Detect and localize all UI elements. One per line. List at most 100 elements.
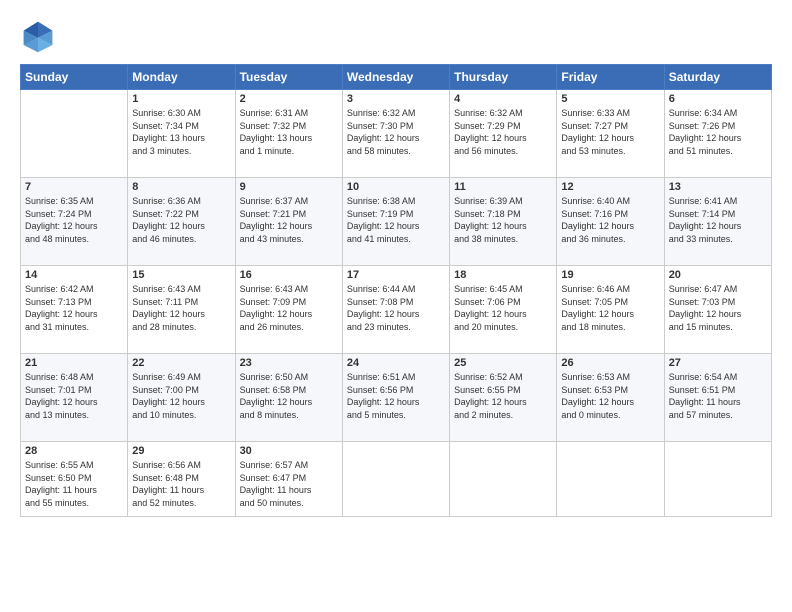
day-number: 5 xyxy=(561,93,659,105)
day-number: 20 xyxy=(669,269,767,281)
day-number: 24 xyxy=(347,357,445,369)
logo xyxy=(20,18,60,54)
calendar-cell: 17 Sunrise: 6:44 AM Sunset: 7:08 PM Dayli… xyxy=(342,266,449,354)
calendar-cell: 27Sunrise: 6:54 AM Sunset: 6:51 PM Dayli… xyxy=(664,354,771,442)
day-number: 3 xyxy=(347,93,445,105)
day-number: 23 xyxy=(240,357,338,369)
day-number: 2 xyxy=(240,93,338,105)
calendar-cell: 16 Sunrise: 6:43 AM Sunset: 7:09 PM Dayli… xyxy=(235,266,342,354)
day-info: Sunrise: 6:43 AM Sunset: 7:11 PM Dayligh… xyxy=(132,283,230,333)
day-info: Sunrise: 6:37 AM Sunset: 7:21 PM Dayligh… xyxy=(240,195,338,245)
calendar-cell: 9 Sunrise: 6:37 AM Sunset: 7:21 PM Daylig… xyxy=(235,178,342,266)
day-number: 28 xyxy=(25,445,123,457)
calendar-row: 7 Sunrise: 6:35 AM Sunset: 7:24 PM Daylig… xyxy=(21,178,772,266)
day-number: 22 xyxy=(132,357,230,369)
weekday-header-wednesday: Wednesday xyxy=(342,65,449,90)
calendar-cell xyxy=(664,442,771,517)
day-number: 6 xyxy=(669,93,767,105)
calendar-cell: 28 Sunrise: 6:55 AM Sunset: 6:50 PM Dayli… xyxy=(21,442,128,517)
day-info: Sunrise: 6:32 AM Sunset: 7:30 PM Dayligh… xyxy=(347,107,445,157)
calendar-cell: 8 Sunrise: 6:36 AM Sunset: 7:22 PM Daylig… xyxy=(128,178,235,266)
day-number: 17 xyxy=(347,269,445,281)
day-info: Sunrise: 6:30 AM Sunset: 7:34 PM Dayligh… xyxy=(132,107,230,157)
day-number: 4 xyxy=(454,93,552,105)
calendar-cell xyxy=(21,90,128,178)
day-info: Sunrise: 6:49 AM Sunset: 7:00 PM Dayligh… xyxy=(132,371,230,421)
day-number: 15 xyxy=(132,269,230,281)
day-number: 18 xyxy=(454,269,552,281)
calendar-cell: 2 Sunrise: 6:31 AM Sunset: 7:32 PM Daylig… xyxy=(235,90,342,178)
calendar-cell: 15 Sunrise: 6:43 AM Sunset: 7:11 PM Dayli… xyxy=(128,266,235,354)
calendar-table: SundayMondayTuesdayWednesdayThursdayFrid… xyxy=(20,64,772,517)
calendar-cell xyxy=(557,442,664,517)
day-info: Sunrise: 6:54 AM Sunset: 6:51 PM Dayligh… xyxy=(669,371,767,421)
calendar-cell: 7 Sunrise: 6:35 AM Sunset: 7:24 PM Daylig… xyxy=(21,178,128,266)
day-info: Sunrise: 6:34 AM Sunset: 7:26 PM Dayligh… xyxy=(669,107,767,157)
calendar-cell: 14Sunrise: 6:42 AM Sunset: 7:13 PM Dayli… xyxy=(21,266,128,354)
page: SundayMondayTuesdayWednesdayThursdayFrid… xyxy=(0,0,792,612)
day-number: 16 xyxy=(240,269,338,281)
day-number: 1 xyxy=(132,93,230,105)
day-info: Sunrise: 6:44 AM Sunset: 7:08 PM Dayligh… xyxy=(347,283,445,333)
weekday-header-thursday: Thursday xyxy=(450,65,557,90)
day-info: Sunrise: 6:50 AM Sunset: 6:58 PM Dayligh… xyxy=(240,371,338,421)
weekday-header-tuesday: Tuesday xyxy=(235,65,342,90)
calendar-cell: 26 Sunrise: 6:53 AM Sunset: 6:53 PM Dayli… xyxy=(557,354,664,442)
calendar-cell: 5 Sunrise: 6:33 AM Sunset: 7:27 PM Daylig… xyxy=(557,90,664,178)
day-info: Sunrise: 6:36 AM Sunset: 7:22 PM Dayligh… xyxy=(132,195,230,245)
day-info: Sunrise: 6:43 AM Sunset: 7:09 PM Dayligh… xyxy=(240,283,338,333)
day-info: Sunrise: 6:46 AM Sunset: 7:05 PM Dayligh… xyxy=(561,283,659,333)
day-number: 14 xyxy=(25,269,123,281)
calendar-cell: 11Sunrise: 6:39 AM Sunset: 7:18 PM Dayli… xyxy=(450,178,557,266)
calendar-cell xyxy=(342,442,449,517)
weekday-header-sunday: Sunday xyxy=(21,65,128,90)
day-info: Sunrise: 6:52 AM Sunset: 6:55 PM Dayligh… xyxy=(454,371,552,421)
day-info: Sunrise: 6:40 AM Sunset: 7:16 PM Dayligh… xyxy=(561,195,659,245)
weekday-header-saturday: Saturday xyxy=(664,65,771,90)
day-number: 13 xyxy=(669,181,767,193)
calendar-cell: 12 Sunrise: 6:40 AM Sunset: 7:16 PM Dayli… xyxy=(557,178,664,266)
calendar-cell: 29 Sunrise: 6:56 AM Sunset: 6:48 PM Dayli… xyxy=(128,442,235,517)
day-number: 21 xyxy=(25,357,123,369)
calendar-cell: 4Sunrise: 6:32 AM Sunset: 7:29 PM Daylig… xyxy=(450,90,557,178)
day-info: Sunrise: 6:31 AM Sunset: 7:32 PM Dayligh… xyxy=(240,107,338,157)
calendar-cell: 25Sunrise: 6:52 AM Sunset: 6:55 PM Dayli… xyxy=(450,354,557,442)
calendar-cell: 22 Sunrise: 6:49 AM Sunset: 7:00 PM Dayli… xyxy=(128,354,235,442)
calendar-row: 1 Sunrise: 6:30 AM Sunset: 7:34 PM Daylig… xyxy=(21,90,772,178)
calendar-row: 21Sunrise: 6:48 AM Sunset: 7:01 PM Dayli… xyxy=(21,354,772,442)
weekday-header-row: SundayMondayTuesdayWednesdayThursdayFrid… xyxy=(21,65,772,90)
day-number: 12 xyxy=(561,181,659,193)
calendar-cell: 30Sunrise: 6:57 AM Sunset: 6:47 PM Dayli… xyxy=(235,442,342,517)
day-number: 26 xyxy=(561,357,659,369)
day-number: 8 xyxy=(132,181,230,193)
calendar-cell: 18 Sunrise: 6:45 AM Sunset: 7:06 PM Dayli… xyxy=(450,266,557,354)
weekday-header-friday: Friday xyxy=(557,65,664,90)
calendar-cell: 10Sunrise: 6:38 AM Sunset: 7:19 PM Dayli… xyxy=(342,178,449,266)
calendar-row: 14Sunrise: 6:42 AM Sunset: 7:13 PM Dayli… xyxy=(21,266,772,354)
day-info: Sunrise: 6:57 AM Sunset: 6:47 PM Dayligh… xyxy=(240,459,338,509)
day-info: Sunrise: 6:56 AM Sunset: 6:48 PM Dayligh… xyxy=(132,459,230,509)
day-number: 19 xyxy=(561,269,659,281)
day-info: Sunrise: 6:51 AM Sunset: 6:56 PM Dayligh… xyxy=(347,371,445,421)
day-info: Sunrise: 6:55 AM Sunset: 6:50 PM Dayligh… xyxy=(25,459,123,509)
day-info: Sunrise: 6:47 AM Sunset: 7:03 PM Dayligh… xyxy=(669,283,767,333)
logo-icon xyxy=(20,18,56,54)
day-number: 10 xyxy=(347,181,445,193)
calendar-row: 28 Sunrise: 6:55 AM Sunset: 6:50 PM Dayli… xyxy=(21,442,772,517)
calendar-cell: 19 Sunrise: 6:46 AM Sunset: 7:05 PM Dayli… xyxy=(557,266,664,354)
day-info: Sunrise: 6:39 AM Sunset: 7:18 PM Dayligh… xyxy=(454,195,552,245)
header xyxy=(20,18,772,54)
day-info: Sunrise: 6:35 AM Sunset: 7:24 PM Dayligh… xyxy=(25,195,123,245)
day-info: Sunrise: 6:33 AM Sunset: 7:27 PM Dayligh… xyxy=(561,107,659,157)
day-number: 7 xyxy=(25,181,123,193)
day-info: Sunrise: 6:45 AM Sunset: 7:06 PM Dayligh… xyxy=(454,283,552,333)
day-number: 9 xyxy=(240,181,338,193)
calendar-cell: 1 Sunrise: 6:30 AM Sunset: 7:34 PM Daylig… xyxy=(128,90,235,178)
calendar-cell xyxy=(450,442,557,517)
calendar-cell: 6 Sunrise: 6:34 AM Sunset: 7:26 PM Daylig… xyxy=(664,90,771,178)
weekday-header-monday: Monday xyxy=(128,65,235,90)
day-info: Sunrise: 6:53 AM Sunset: 6:53 PM Dayligh… xyxy=(561,371,659,421)
day-number: 29 xyxy=(132,445,230,457)
calendar-cell: 20 Sunrise: 6:47 AM Sunset: 7:03 PM Dayli… xyxy=(664,266,771,354)
calendar-cell: 3 Sunrise: 6:32 AM Sunset: 7:30 PM Daylig… xyxy=(342,90,449,178)
